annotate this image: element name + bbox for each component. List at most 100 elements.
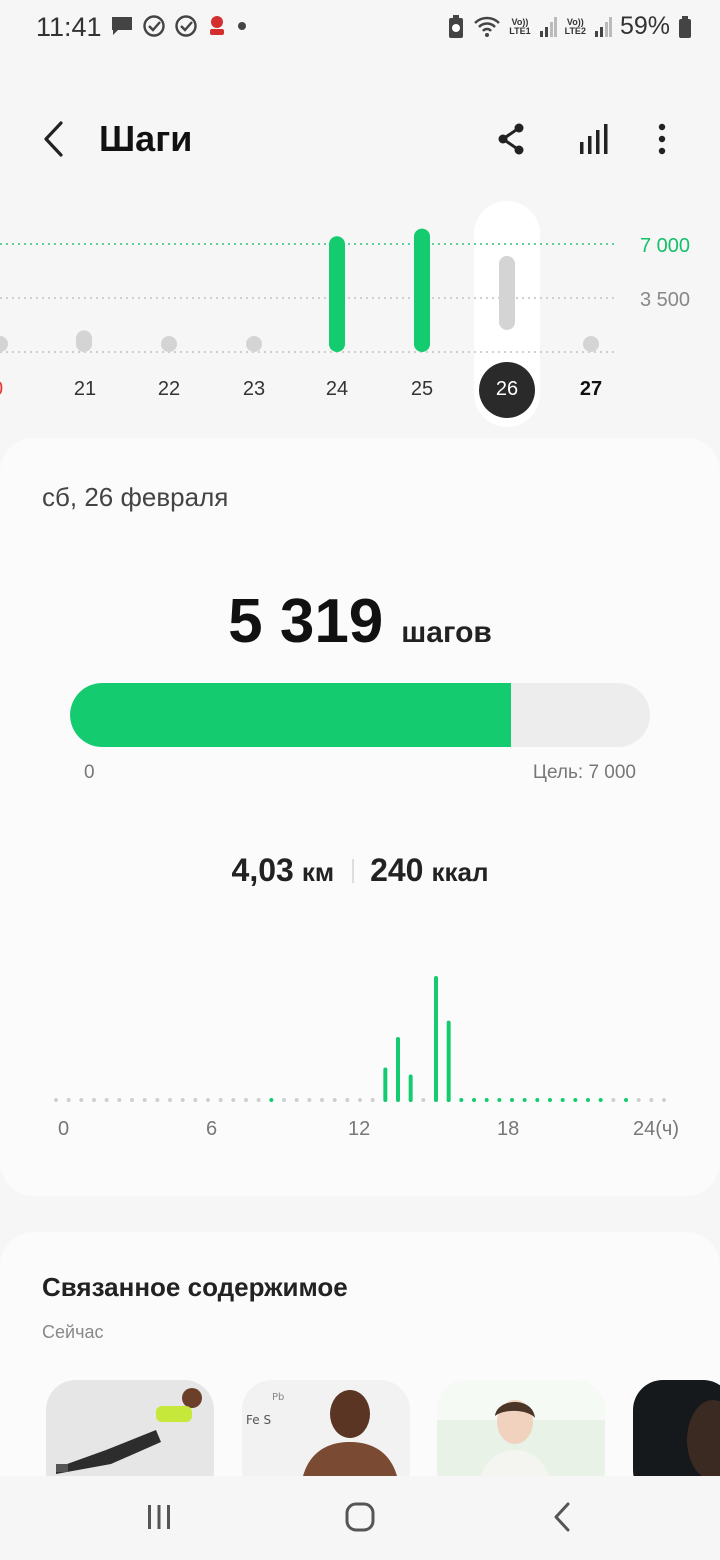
hour-tick-dot [282,1098,286,1102]
svg-text:Pb: Pb [272,1392,284,1403]
check-circle-icon [143,15,165,37]
hour-tick-dot [624,1098,628,1102]
message-icon [112,17,132,35]
hour-label: 6 [206,1118,218,1140]
hour-tick-dot [535,1098,540,1102]
battery-icon [679,15,691,38]
selected-date: сб, 26 февраля [42,482,229,512]
hour-tick-dot [256,1098,261,1102]
hour-tick-dot [320,1098,324,1102]
check-circle-icon [175,15,197,37]
hour-tick-dot [218,1098,223,1102]
signal-icon [539,16,557,37]
share-icon [498,123,524,155]
day-label[interactable]: 21 [55,378,115,401]
hour-tick-dot [180,1098,185,1102]
wifi-icon [474,16,501,37]
back-icon [554,1502,570,1532]
hour-tick-dot [497,1098,502,1102]
system-icons: Vo)) LTE1 Vo)) LTE2 59% [447,12,692,41]
calories-unit: ккал [431,857,489,887]
lte2-label: LTE2 [564,25,586,36]
svg-text:Fe S: Fe S [246,1413,271,1427]
share-button[interactable] [487,114,535,164]
weekly-steps-chart: 7 000 3 500 0 21 22 23 24 25 26 27 [0,195,720,430]
progress-min-label: 0 [84,762,95,783]
nav-back-button[interactable] [527,1494,597,1540]
related-title: Связанное содержимое [42,1272,348,1302]
battery-percent: 59% [619,12,670,40]
progress-goal-label: Цель: 7 000 [532,762,636,783]
goal-axis-label: 7 000 [639,235,690,257]
hour-tick-dot [66,1098,71,1102]
empty-day-dot [0,336,8,352]
hour-tick-dot [548,1098,552,1102]
hour-tick-dot [421,1098,426,1102]
hour-tick-dot [130,1098,134,1102]
related-subtitle: Сейчас [42,1322,104,1342]
hour-tick-dot [79,1098,84,1102]
hour-tick-dot [345,1098,350,1102]
calories-value: 240 [370,852,424,888]
battery-saver-icon [449,14,464,38]
hour-tick-dot [206,1098,210,1102]
notification-icons [110,14,248,38]
metrics-divider [352,858,355,883]
more-notifications-dot-icon [238,22,246,30]
related-content-section: Связанное содержимое Сейчас Fe S Pb [0,1232,720,1492]
hour-tick-dot [370,1098,375,1102]
hour-tick-dot [269,1098,274,1102]
status-bar: 11:41 Vo)) LTE1 Vo)) LTE2 59% [0,0,720,56]
day-label-selected[interactable]: 26 [477,378,537,401]
hour-tick-dot [332,1098,337,1102]
empty-day-dot [161,336,177,352]
back-arrow-icon [44,121,63,157]
sim2-indicator: Vo)) LTE2 [564,17,586,36]
day-label[interactable]: 24 [307,378,367,401]
hour-tick-dot [142,1098,147,1102]
daily-summary-card: сб, 26 февраля 5 319 шагов 0 Цель: 7 000 … [0,438,720,1196]
steps-unit: шагов [401,616,492,649]
empty-day-dot [246,336,262,352]
mid-axis-label: 3 500 [639,289,690,311]
day-label[interactable]: 25 [392,378,452,401]
hour-tick-dot [560,1098,565,1102]
more-vert-icon [658,123,666,155]
hour-tick-dot [484,1098,489,1102]
day-label-today[interactable]: 27 [561,378,621,401]
hour-tick-dot [472,1098,476,1102]
more-options-button[interactable] [638,114,686,164]
hour-tick-dot [510,1098,514,1102]
back-button[interactable] [32,114,76,164]
signal-icon [594,16,612,37]
steps-value: 5 319 [228,587,384,656]
hour-tick-dot [598,1098,603,1102]
recent-apps-icon [148,1505,170,1529]
distance-unit: км [301,857,335,887]
hour-tick-dot [155,1098,160,1102]
hour-tick-dot [294,1098,299,1102]
metrics-row: 4,03 км 240 ккал [0,852,720,889]
home-button[interactable] [325,1494,395,1540]
hour-tick-dot [231,1098,236,1102]
hour-label: 24(ч) [633,1118,679,1140]
goal-progress-fill [70,683,511,747]
day-label[interactable]: 23 [224,378,284,401]
hour-tick-dot [522,1098,527,1102]
trends-button[interactable] [570,114,618,164]
hour-tick-dot [636,1098,641,1102]
goal-progress-bar [70,683,650,747]
status-time: 11:41 [36,12,102,42]
app-header: Шаги [0,100,720,180]
recent-apps-button[interactable] [124,1494,194,1540]
hour-tick-dot [611,1098,616,1102]
empty-day-dot [583,336,599,352]
hour-tick-dot [573,1098,578,1102]
day-label[interactable]: 22 [139,378,199,401]
system-navigation-bar [0,1476,720,1560]
hour-tick-dot [104,1098,109,1102]
hour-tick-dot [358,1098,362,1102]
steps-count: 5 319 шагов [0,586,720,657]
hour-label: 18 [497,1118,520,1140]
home-icon [345,1502,375,1532]
